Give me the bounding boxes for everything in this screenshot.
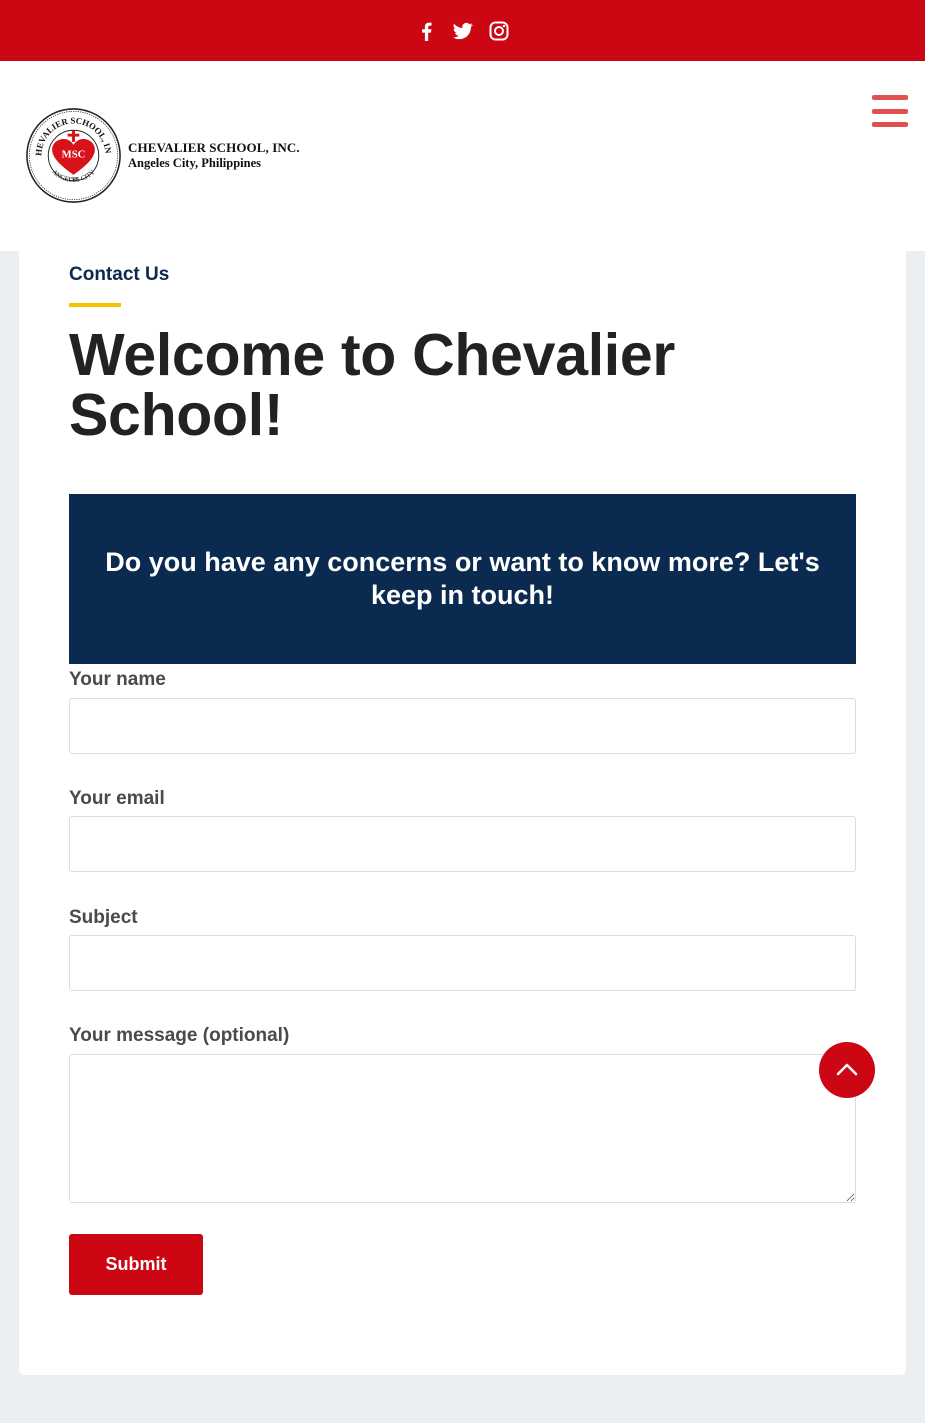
hamburger-bar: [872, 95, 908, 100]
message-label: Your message (optional): [69, 1025, 290, 1046]
email-input[interactable]: [69, 816, 856, 872]
section-eyebrow: Contact Us: [69, 264, 170, 285]
scroll-to-top-button[interactable]: [819, 1042, 875, 1098]
banner-text: Do you have any concerns or want to know…: [105, 547, 820, 610]
eyebrow-underline: [69, 303, 121, 307]
email-label: Your email: [69, 788, 165, 809]
subject-input[interactable]: [69, 935, 856, 991]
site-header: CHEVALIER SCHOOL, INC. ANGELES CITY MSC …: [0, 61, 925, 251]
facebook-icon[interactable]: [417, 21, 437, 41]
hamburger-bar: [872, 122, 908, 127]
hamburger-bar: [872, 108, 908, 114]
school-name: CHEVALIER SCHOOL, INC.: [128, 139, 300, 155]
school-seal-icon: CHEVALIER SCHOOL, INC. ANGELES CITY MSC …: [25, 107, 121, 203]
school-location: Angeles City, Philippines: [128, 155, 262, 170]
school-logo[interactable]: CHEVALIER SCHOOL, INC. ANGELES CITY MSC …: [25, 107, 300, 204]
contact-card: Contact Us Welcome to Chevalier School! …: [19, 251, 906, 1375]
contact-banner: Do you have any concerns or want to know…: [69, 494, 856, 664]
logo-wordmark: CHEVALIER SCHOOL, INC. Angeles City, Phi…: [128, 139, 300, 170]
instagram-icon[interactable]: [489, 21, 509, 41]
seal-year: 1960: [69, 178, 79, 183]
submit-button[interactable]: Submit: [69, 1234, 203, 1295]
chevron-up-icon: [836, 1063, 858, 1076]
hamburger-menu-icon[interactable]: [872, 95, 908, 127]
subject-label: Subject: [69, 907, 138, 928]
page-title: Welcome to Chevalier School!: [69, 322, 676, 448]
seal-monogram: MSC: [62, 148, 86, 160]
name-input[interactable]: [69, 698, 856, 754]
social-top-bar: [0, 0, 925, 61]
twitter-icon[interactable]: [452, 21, 473, 41]
name-label: Your name: [69, 669, 166, 690]
message-textarea[interactable]: [69, 1054, 856, 1203]
